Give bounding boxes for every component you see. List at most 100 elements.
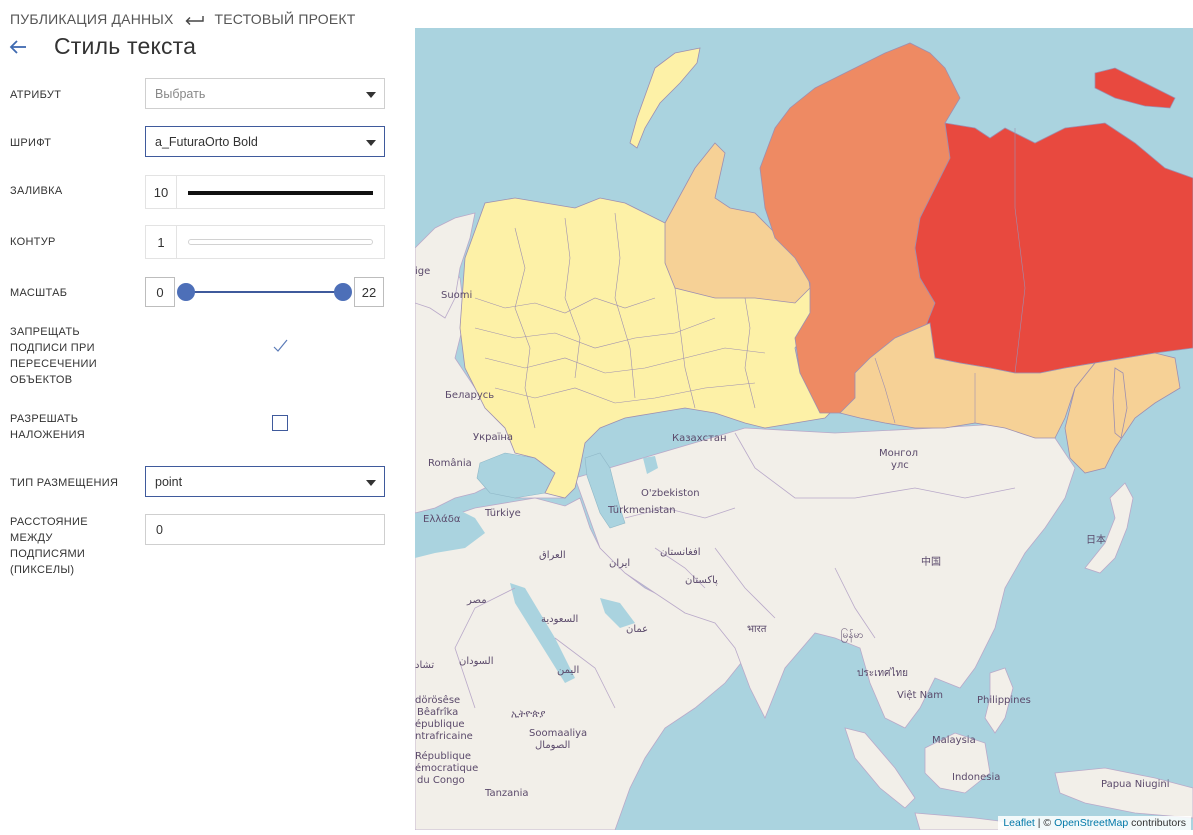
map-label-car-3: épublique: [415, 719, 465, 730]
breadcrumb-project[interactable]: ТЕСТОВЫЙ ПРОЕКТ: [214, 11, 355, 27]
return-icon: [183, 13, 205, 25]
placement-value: point: [155, 474, 183, 489]
spacing-label-line: МЕЖДУ: [10, 532, 53, 544]
forbid-overlap-label: ЗАПРЕЩАТЬ ПОДПИСИ ПРИ ПЕРЕСЕЧЕНИИ ОБЪЕКТ…: [10, 324, 97, 388]
title-row: Стиль текста: [8, 33, 196, 60]
map-label-ukraine: Україна: [473, 432, 514, 443]
map-label-suomi: Suomi: [441, 290, 473, 301]
leaflet-link[interactable]: Leaflet: [1003, 817, 1035, 829]
fill-color-swatch: [188, 191, 373, 195]
map-label-somalia-1: Soomaaliya: [529, 728, 588, 739]
map-view[interactable]: ige Suomi Беларусь Україна România Казах…: [415, 28, 1193, 830]
forbid-overlap-label-line: ЗАПРЕЩАТЬ: [10, 326, 80, 338]
forbid-overlap-checkbox[interactable]: [272, 339, 288, 353]
map-label-kazakhstan: Казахстан: [672, 433, 727, 444]
map-label-uzbekistan: O'zbekiston: [641, 488, 700, 499]
spacing-label-line: (ПИКСЕЛЫ): [10, 564, 75, 576]
map-attribution: Leaflet | © OpenStreetMap contributors: [998, 816, 1191, 830]
region-novaya-zemlya: [629, 47, 701, 149]
map-label-romania: România: [428, 458, 472, 469]
breadcrumb-publication[interactable]: ПУБЛИКАЦИЯ ДАННЫХ: [10, 11, 173, 27]
spacing-label: РАССТОЯНИЕ МЕЖДУ ПОДПИСЯМИ (ПИКСЕЛЫ): [10, 514, 88, 578]
map-label-drc-3: du Congo: [417, 775, 465, 786]
outline-size-input[interactable]: 1: [145, 225, 177, 259]
scale-slider-track[interactable]: [185, 291, 343, 293]
attribute-select[interactable]: Выбрать: [145, 78, 385, 109]
osm-link[interactable]: OpenStreetMap: [1054, 817, 1128, 829]
map-label-chad: تشاد: [415, 660, 435, 671]
map-label-indonesia: Indonesia: [952, 772, 1001, 783]
style-panel: ПУБЛИКАЦИЯ ДАННЫХ ТЕСТОВЫЙ ПРОЕКТ Стиль …: [0, 0, 415, 835]
placement-select[interactable]: point: [145, 466, 385, 497]
map-label-car-2: Bêafrîka: [417, 707, 459, 718]
land-new-guinea: [1054, 767, 1193, 819]
map-label-mongolia-2: улс: [891, 460, 909, 471]
map-label-belarus: Беларусь: [445, 390, 495, 401]
land-japan: [1084, 482, 1134, 574]
map-label-pakistan: پاکستان: [685, 575, 718, 586]
scale-max-handle[interactable]: [334, 283, 352, 301]
attribution-sep: | ©: [1034, 817, 1055, 829]
map-label-car-1: dörösêse: [415, 695, 461, 706]
map-label-drc-1: République: [415, 751, 472, 762]
attribution-suffix: contributors: [1128, 817, 1186, 829]
chevron-down-icon: [366, 92, 376, 98]
map-label-car-4: ntrafricaine: [415, 731, 473, 742]
map-label-philippines: Philippines: [977, 695, 1031, 706]
map-label-saudi: السعودية: [541, 614, 579, 625]
allow-overlay-label: РАЗРЕШАТЬ НАЛОЖЕНИЯ: [10, 411, 85, 443]
fill-label: ЗАЛИВКА: [10, 185, 63, 197]
map-label-turkmenistan: Türkmenistan: [608, 505, 676, 516]
map-label-malaysia: Malaysia: [932, 735, 976, 746]
back-arrow-icon[interactable]: [8, 36, 30, 58]
map-label-yemen: اليمن: [557, 665, 580, 676]
outline-control: 1: [145, 225, 385, 259]
fill-size-input[interactable]: 10: [145, 175, 177, 209]
scale-max-input[interactable]: 22: [354, 277, 384, 307]
font-label: ШРИФТ: [10, 137, 52, 149]
map-label-india: भारत: [747, 624, 767, 635]
forbid-overlap-label-line: ПОДПИСИ ПРИ: [10, 342, 95, 354]
chevron-down-icon: [366, 140, 376, 146]
fill-control: 10: [145, 175, 385, 209]
map-label-greece: Ελλάδα: [423, 514, 461, 525]
map-label-egypt: مصر: [467, 595, 487, 606]
map-label-oman: عمان: [626, 624, 649, 635]
scale-label: МАСШТАБ: [10, 287, 68, 299]
scale-min-handle[interactable]: [177, 283, 195, 301]
check-icon: [273, 339, 288, 352]
attribute-label: АТРИБУТ: [10, 89, 62, 101]
chevron-down-icon: [366, 480, 376, 486]
map-label-china: 中国: [921, 557, 941, 568]
outline-color-swatch: [188, 239, 373, 245]
map-label-turkey: Türkiye: [485, 508, 521, 519]
font-select[interactable]: a_FuturaOrto Bold: [145, 126, 385, 157]
allow-overlay-checkbox[interactable]: [272, 415, 288, 431]
map-label-somalia-2: الصومال: [535, 740, 571, 751]
region-severnaya-zemlya: [1094, 67, 1176, 109]
region-yakutia: [914, 122, 1193, 374]
map-label-japan: 日本: [1086, 535, 1106, 546]
allow-overlay-label-line: РАЗРЕШАТЬ: [10, 413, 79, 425]
map-label-thailand: ประเทศไทย: [857, 668, 908, 679]
spacing-label-line: ПОДПИСЯМИ: [10, 548, 86, 560]
map-label-iran: ایران: [609, 558, 631, 569]
spacing-input[interactable]: [145, 514, 385, 545]
map-label-tanzania: Tanzania: [485, 788, 529, 799]
map-label-sverige: ige: [415, 266, 431, 277]
spacing-label-line: РАССТОЯНИЕ: [10, 516, 88, 528]
scale-min-input[interactable]: 0: [145, 277, 175, 307]
font-value: a_FuturaOrto Bold: [155, 134, 258, 149]
map-label-vietnam: Việt Nam: [897, 690, 944, 701]
map-label-ethiopia: ኢትዮጵያ: [511, 709, 546, 720]
map-label-sudan: السودان: [459, 656, 494, 667]
outline-color-picker[interactable]: [177, 225, 385, 259]
map-label-afghanistan: افغانستان: [660, 547, 701, 558]
allow-overlay-label-line: НАЛОЖЕНИЯ: [10, 429, 86, 441]
fill-color-picker[interactable]: [177, 175, 385, 209]
page-title: Стиль текста: [54, 33, 197, 59]
breadcrumb: ПУБЛИКАЦИЯ ДАННЫХ ТЕСТОВЫЙ ПРОЕКТ: [10, 11, 356, 27]
map-label-myanmar: မြန်မာ: [841, 630, 864, 641]
forbid-overlap-label-line: ПЕРЕСЕЧЕНИИ: [10, 358, 97, 370]
land-sumatra: [844, 727, 916, 809]
